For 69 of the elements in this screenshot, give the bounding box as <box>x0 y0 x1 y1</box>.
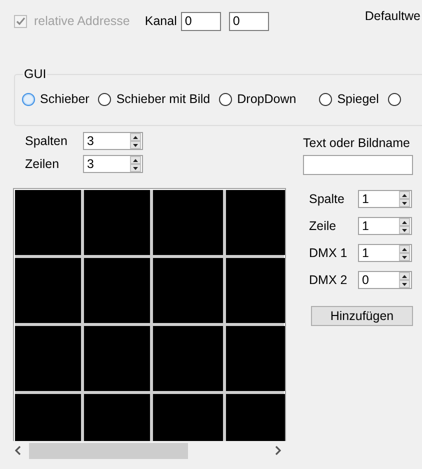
spin-box[interactable]: 1 <box>358 244 412 262</box>
field-label: DMX 1 <box>309 246 348 260</box>
radio-button[interactable] <box>319 92 332 106</box>
up-arrow-icon <box>402 194 407 196</box>
spin-down-button[interactable] <box>399 253 410 261</box>
grid-cell[interactable] <box>15 326 81 391</box>
field-label: Spalten <box>25 134 68 148</box>
up-arrow-icon <box>133 158 138 162</box>
up-arrow-icon <box>402 220 407 224</box>
spin-up-button[interactable] <box>130 133 141 141</box>
grid-cell[interactable] <box>15 258 81 323</box>
spin-up-button[interactable] <box>399 272 410 280</box>
field-label: Defaultwe <box>364 9 420 23</box>
radio-button[interactable] <box>219 92 232 106</box>
spin-down-button[interactable] <box>399 226 410 234</box>
down-arrow-icon <box>133 166 138 170</box>
grid-cell[interactable] <box>153 326 223 391</box>
radio-button[interactable] <box>22 92 35 106</box>
spin-up-button[interactable] <box>399 245 410 253</box>
radio-button[interactable] <box>98 92 112 106</box>
field-label: Zeilen <box>25 157 60 171</box>
radio-label[interactable]: DropDown <box>237 92 296 106</box>
grid-cell[interactable] <box>226 258 285 323</box>
field-label: Spalte <box>309 192 346 206</box>
spin-box[interactable]: 0 <box>358 271 412 289</box>
spin-down-button[interactable] <box>130 164 141 172</box>
down-arrow-icon <box>402 202 407 204</box>
grid-cell[interactable] <box>84 258 150 323</box>
radio-label[interactable]: Schieber <box>40 92 90 106</box>
spin-up-button[interactable] <box>399 191 410 199</box>
down-arrow-icon <box>133 144 138 146</box>
spin-box[interactable]: 3 <box>83 132 143 150</box>
grid-cell[interactable] <box>84 394 150 441</box>
spin-down-button[interactable] <box>399 199 410 207</box>
input-field[interactable]: 0 <box>228 12 269 30</box>
up-arrow-icon <box>133 136 138 138</box>
add-button[interactable]: Hinzufügen <box>311 306 413 326</box>
input-field[interactable]: 0 <box>180 12 221 30</box>
radio-label[interactable]: Schieber mit Bild <box>116 92 210 106</box>
spin-box[interactable]: 1 <box>358 190 412 208</box>
grid-cell[interactable] <box>226 326 285 391</box>
grid-cell[interactable] <box>84 190 150 255</box>
grid-cell[interactable] <box>226 190 285 255</box>
down-arrow-icon <box>402 228 407 232</box>
grid-cell[interactable] <box>153 190 223 255</box>
radio-label[interactable]: Spiegel <box>337 92 379 106</box>
spin-down-button[interactable] <box>399 280 410 288</box>
field-label: Kanal <box>144 14 177 28</box>
up-arrow-icon <box>402 248 407 250</box>
radio-button[interactable] <box>388 92 401 106</box>
down-arrow-icon <box>402 256 407 258</box>
spin-box[interactable]: 3 <box>83 155 143 173</box>
up-arrow-icon <box>402 274 407 278</box>
group-title: GUI <box>23 67 48 81</box>
field-label: Zeile <box>309 219 338 233</box>
grid-cell[interactable] <box>15 190 81 255</box>
grid-cell[interactable] <box>15 394 81 441</box>
field-label: Text oder Bildname <box>303 135 412 151</box>
spin-up-button[interactable] <box>399 218 410 226</box>
text-field[interactable] <box>303 155 413 175</box>
scroll-thumb[interactable] <box>29 442 188 458</box>
grid-cell[interactable] <box>84 326 150 391</box>
field-label: DMX 2 <box>309 273 348 287</box>
grid-cell[interactable] <box>153 394 223 441</box>
down-arrow-icon <box>402 282 407 286</box>
spin-up-button[interactable] <box>130 156 141 164</box>
spin-box[interactable]: 1 <box>358 217 412 235</box>
spin-down-button[interactable] <box>130 141 141 149</box>
grid-cell[interactable] <box>153 258 223 323</box>
